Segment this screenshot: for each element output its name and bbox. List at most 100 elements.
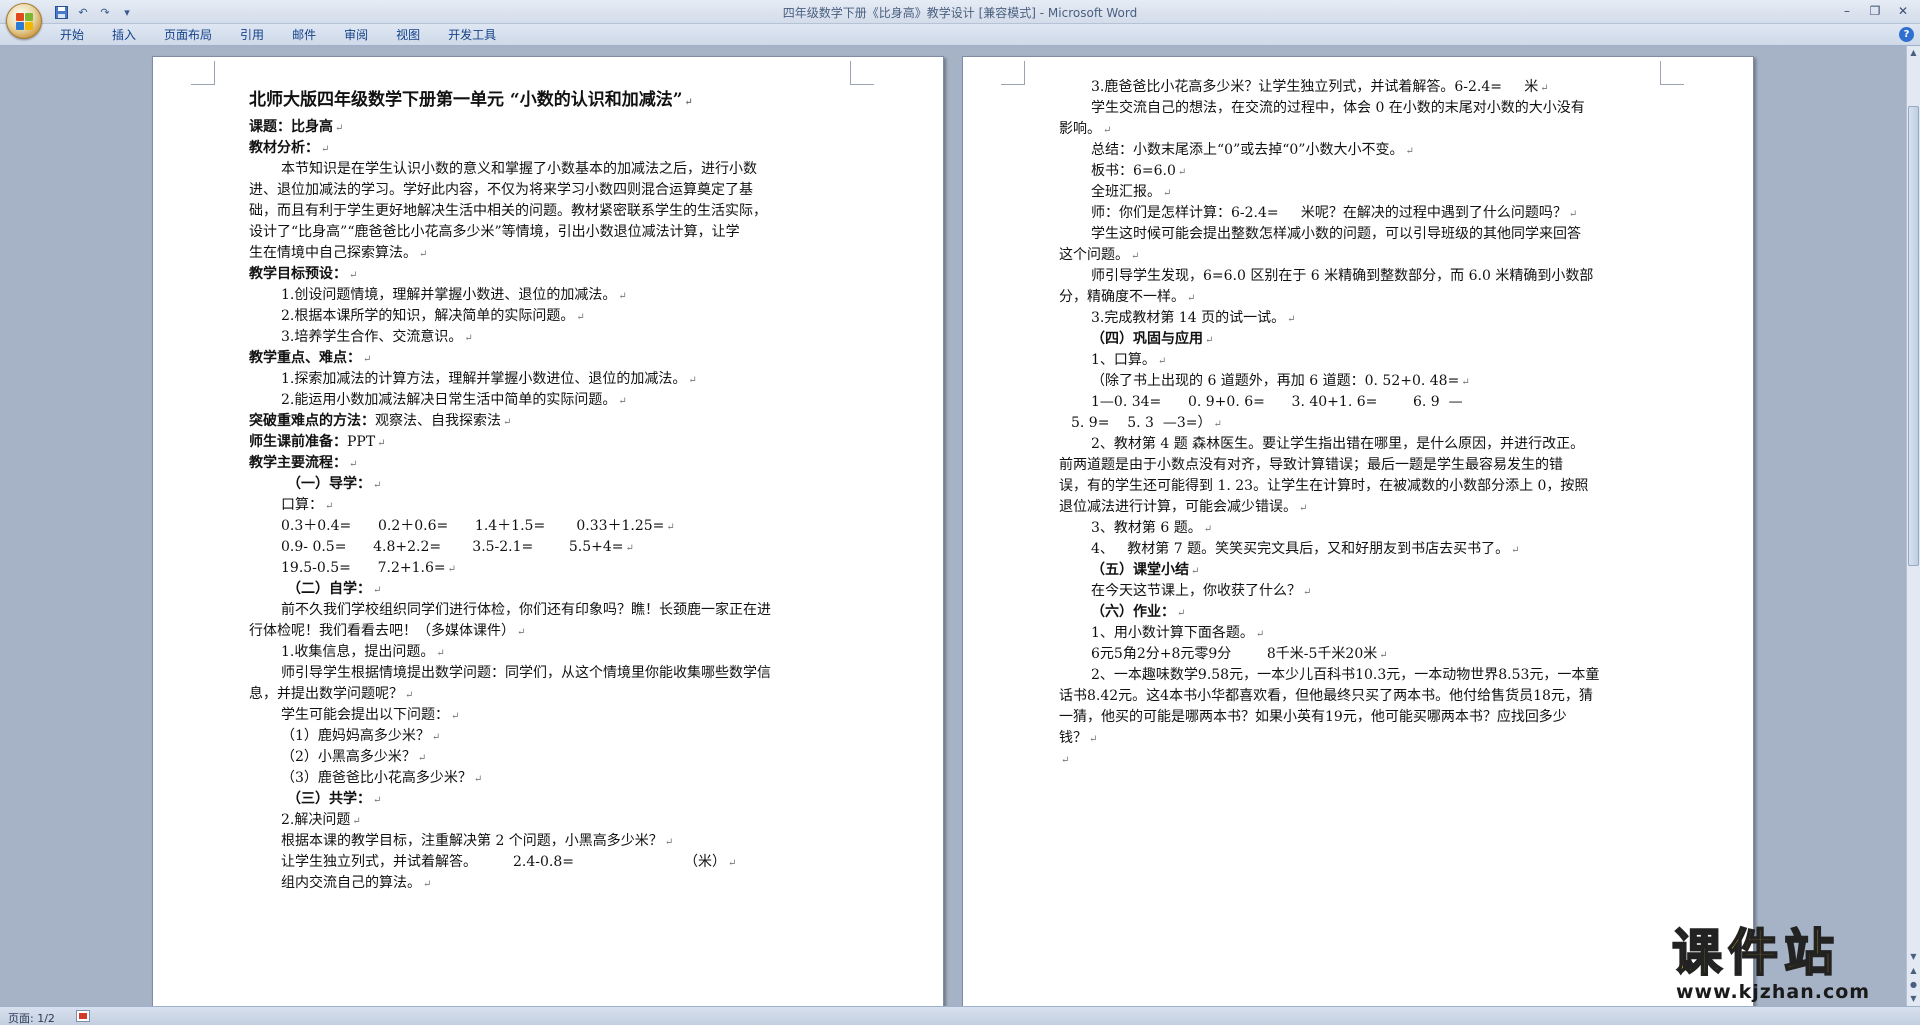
- tab-mailings[interactable]: 邮件: [278, 27, 330, 44]
- list-item: 3.培养学生合作、交流意识。: [281, 329, 463, 345]
- paragraph-line: 全班汇报。: [1091, 184, 1161, 200]
- calc-row: 5. 9= 5. 3 —3=）: [1071, 415, 1212, 431]
- section-heading: （二）自学：: [287, 581, 371, 597]
- calc-row: 1—0. 34= 0. 9+0. 6= 3. 40+1. 6= 6. 9 —: [1091, 394, 1463, 410]
- crop-mark: [191, 61, 215, 85]
- page-1-text[interactable]: 北师大版四年级数学下册第一单元 “小数的认识和加减法” ↵ 课题：比身高 ↵ 教材分…: [249, 83, 869, 894]
- methods-text: 观察法、自我探索法: [375, 413, 501, 429]
- paragraph-line: 行体检呢！我们看看去吧！（多媒体课件）: [249, 623, 515, 639]
- section-heading: （五）课堂小结: [1091, 562, 1189, 578]
- paragraph-line: （除了书上出现的 6 道题外，再加 6 道题：0. 52+0. 48=: [1091, 373, 1460, 389]
- paragraph-line: 学生交流自己的想法，在交流的过程中，体会 0 在小数的末尾对小数的大小没有: [1091, 100, 1585, 116]
- list-item: （1）鹿妈妈高多少米？: [281, 728, 430, 744]
- paragraph-line: 学生可能会提出以下问题：: [281, 707, 449, 723]
- calc-expression: 2.4-0.8=: [513, 854, 574, 870]
- tab-insert[interactable]: 插入: [98, 27, 150, 44]
- minimize-icon[interactable]: –: [1834, 2, 1860, 20]
- paragraph-line: 让学生独立列式，并试着解答。: [281, 854, 477, 870]
- scroll-down-icon[interactable]: ▼: [1907, 950, 1920, 964]
- tab-review[interactable]: 审阅: [330, 27, 382, 44]
- paragraph-line: 本节知识是在学生认识小数的意义和掌握了小数基本的加减法之后，进行小数: [281, 161, 757, 177]
- tab-page-layout[interactable]: 页面布局: [150, 27, 226, 44]
- paragraph-line: 根据本课的教学目标，注重解决第 2 个问题，小黑高多少米？: [281, 833, 663, 849]
- page-2[interactable]: 3.鹿爸爸比小花高多少米？让学生独立列式，并试着解答。6-2.4= 米 ↵ 学生交…: [962, 56, 1754, 1006]
- paragraph-line: 1、用小数计算下面各题。: [1091, 625, 1254, 641]
- ribbon-tabs: 开始 插入 页面布局 引用 邮件 审阅 视图 开发工具: [46, 27, 510, 44]
- scroll-thumb[interactable]: [1908, 106, 1919, 566]
- calc-row: 0.3＋0.4= 0.2＋0.6= 1.4＋1.5= 0.33＋1.25=: [281, 518, 665, 534]
- proofing-status-icon[interactable]: [76, 1010, 90, 1022]
- next-page-icon[interactable]: ▼: [1907, 992, 1920, 1006]
- scroll-up-icon[interactable]: ▲: [1907, 46, 1920, 60]
- section-heading: （一）导学：: [287, 476, 371, 492]
- calc-row: 0.9- 0.5= 4.8+2.2= 3.5-2.1= 5.5+4=: [281, 539, 624, 555]
- calc-row: 19.5-0.5= 7.2+1.6=: [281, 560, 446, 576]
- crop-mark: [850, 61, 874, 85]
- crop-mark: [1001, 61, 1025, 85]
- window-controls: – ❐ ✕: [1834, 2, 1916, 20]
- page-1[interactable]: 北师大版四年级数学下册第一单元 “小数的认识和加减法” ↵ 课题：比身高 ↵ 教材分…: [152, 56, 944, 1006]
- heading-key-points: 教学重点、难点：: [249, 350, 361, 366]
- preparation-text: PPT: [347, 434, 376, 450]
- previous-page-icon[interactable]: ▲: [1907, 964, 1920, 978]
- status-bar: 页面: 1/2: [0, 1006, 1920, 1025]
- vertical-scrollbar[interactable]: ▲ ▼ ▲ ● ▼: [1906, 46, 1920, 1006]
- list-item: 1.探索加减法的计算方法，理解并掌握小数进位、退位的加减法。: [281, 371, 687, 387]
- watermark-title: 课件站: [1671, 924, 1840, 982]
- watermark-url: www.kjzhan.com: [1676, 981, 1871, 1003]
- list-item: （2）小黑高多少米？: [281, 749, 416, 765]
- paragraph-line: 6元5角2分+8元零9分 8千米-5千米20米: [1091, 646, 1378, 662]
- paragraph-line: 钱？: [1059, 730, 1087, 746]
- tab-developer[interactable]: 开发工具: [434, 27, 510, 44]
- document-area: 北师大版四年级数学下册第一单元 “小数的认识和加减法” ↵ 课题：比身高 ↵ 教材分…: [0, 46, 1906, 1006]
- watermark: 课件站 www.kjzhan.com: [1668, 924, 1908, 1005]
- page-2-text[interactable]: 3.鹿爸爸比小花高多少米？让学生独立列式，并试着解答。6-2.4= 米 ↵ 学生交…: [1059, 77, 1679, 770]
- heading-preparation: 师生课前准备：: [249, 434, 347, 450]
- tab-view[interactable]: 视图: [382, 27, 434, 44]
- restore-icon[interactable]: ❐: [1862, 2, 1888, 20]
- paragraph-line: 3.鹿爸爸比小花高多少米？让学生独立列式，并试着解答。6-2.4= 米: [1091, 79, 1539, 95]
- heading-goals: 教学目标预设：: [249, 266, 347, 282]
- paragraph-line: 板书：6=6.0: [1091, 163, 1176, 179]
- paragraph-line: 3.完成教材第 14 页的试一试。: [1091, 310, 1286, 326]
- paragraph-line: 这个问题。: [1059, 247, 1129, 263]
- title-bar: ↶ ↷ ▾ 四年级数学下册《比身高》教学设计 [兼容模式] - Microsof…: [0, 0, 1920, 24]
- paragraph-line: 影响。: [1059, 121, 1101, 137]
- section-heading: （三）共学：: [287, 791, 371, 807]
- close-icon[interactable]: ✕: [1890, 2, 1916, 20]
- paragraph-line: 话书8.42元。这4本书小华都喜欢看，但他最终只买了两本书。他付给售货员18元，…: [1059, 688, 1593, 704]
- paragraph-line: 在今天这节课上，你收获了什么？: [1091, 583, 1301, 599]
- section-heading: （四）巩固与应用: [1091, 331, 1203, 347]
- ribbon-tab-bar: 开始 插入 页面布局 引用 邮件 审阅 视图 开发工具 ?: [0, 24, 1920, 46]
- list-item: 2.解决问题: [281, 812, 351, 828]
- paragraph-line: 础，而且有利于学生更好地解决生活中相关的问题。教材紧密联系学生的生活实际，: [249, 203, 767, 219]
- tab-references[interactable]: 引用: [226, 27, 278, 44]
- office-button[interactable]: [6, 3, 42, 39]
- paragraph-line: 前不久我们学校组织同学们进行体检，你们还有印象吗？瞧！长颈鹿一家正在进: [281, 602, 771, 618]
- tab-home[interactable]: 开始: [46, 27, 98, 44]
- paragraph-line: 4、 教材第 7 题。笑笑买完文具后，又和好朋友到书店去买书了。: [1091, 541, 1510, 557]
- paragraph-line: 退位减法进行计算，可能会减少错误。: [1059, 499, 1297, 515]
- paragraph-line: 一猜，他买的可能是哪两本书？如果小英有19元，他可能买哪两本书？应找回多少: [1059, 709, 1567, 725]
- paragraph-line: 2、教材第 4 题 森林医生。要让学生指出错在哪里，是什么原因，并进行改正。: [1091, 436, 1585, 452]
- help-icon[interactable]: ?: [1899, 27, 1914, 42]
- paragraph-line: 学生这时候可能会提出整数怎样减小数的问题，可以引导班级的其他同学来回答: [1091, 226, 1581, 242]
- window-title: 四年级数学下册《比身高》教学设计 [兼容模式] - Microsoft Word: [782, 6, 1138, 20]
- page-count[interactable]: 页面: 1/2: [8, 1010, 55, 1025]
- paragraph-line: 生在情境中自己探索算法。: [249, 245, 417, 261]
- heading-material: 教材分析：: [249, 140, 319, 156]
- lesson-label: 课题：比身高: [249, 119, 333, 135]
- oral-calc-label: 口算：: [281, 497, 323, 513]
- list-item: 1.创设问题情境，理解并掌握小数进、退位的加减法。: [281, 287, 617, 303]
- paragraph-line: 前两道题是由于小数点没有对齐，导致计算错误；最后一题是学生最容易发生的错: [1059, 457, 1563, 473]
- paragraph-line: 进、退位加减法的学习。学好此内容，不仅为将来学习小数四则混合运算奠定了基: [249, 182, 753, 198]
- select-browse-object-icon[interactable]: ●: [1907, 978, 1920, 992]
- paragraph-line: 分，精确度不一样。: [1059, 289, 1185, 305]
- section-heading: （六）作业：: [1091, 604, 1175, 620]
- paragraph-line: 总结：小数末尾添上“0”或去掉“0”小数大小不变。: [1091, 142, 1404, 158]
- list-item: 1.收集信息，提出问题。: [281, 644, 435, 660]
- paragraph-line: 师引导学生发现，6=6.0 区别在于 6 米精确到整数部分，而 6.0 米精确到…: [1091, 268, 1594, 284]
- heading-methods: 突破重难点的方法：: [249, 413, 375, 429]
- paragraph-line: 息，并提出数学问题呢？: [249, 686, 403, 702]
- list-item: 2.根据本课所学的知识，解决简单的实际问题。: [281, 308, 575, 324]
